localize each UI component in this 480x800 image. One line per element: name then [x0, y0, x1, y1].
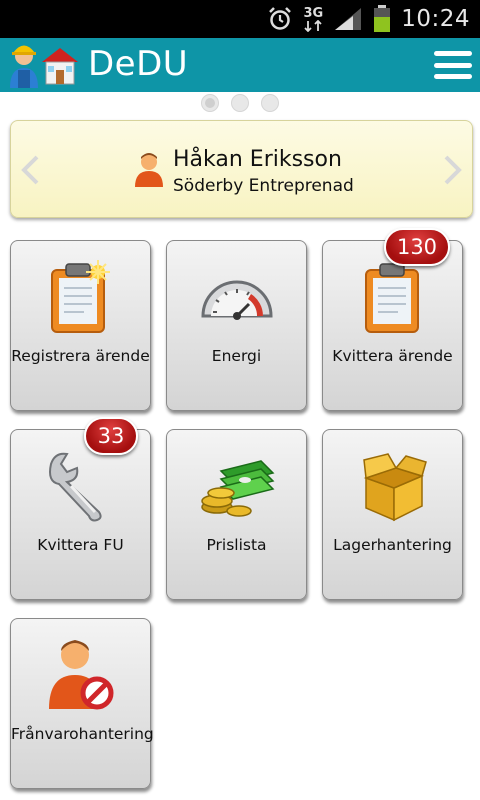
alarm-icon: [267, 6, 293, 32]
next-arrow-icon[interactable]: [440, 155, 464, 185]
status-bar: 3G 10:24: [0, 0, 480, 38]
tile-registrera-arende[interactable]: Registrera ärende: [10, 240, 151, 411]
money-icon: [167, 446, 306, 526]
clipboard-icon: [323, 257, 462, 337]
tile-prislista[interactable]: Prislista: [166, 429, 307, 600]
battery-icon: [373, 5, 391, 33]
tile-label: Energi: [211, 347, 262, 365]
tile-franvarohantering[interactable]: Frånvarohantering: [10, 618, 154, 789]
app-logo-icon: [4, 40, 80, 90]
page-dot-3[interactable]: [261, 94, 279, 112]
clock: 10:24: [401, 6, 470, 32]
gauge-icon: [167, 257, 306, 337]
tile-label: Prislista: [206, 536, 267, 554]
user-company: Söderby Entreprenad: [173, 176, 354, 196]
tile-label: Kvittera ärende: [332, 347, 453, 365]
box-icon: [323, 446, 462, 526]
page-dot-2[interactable]: [231, 94, 249, 112]
signal-icon: [333, 6, 363, 32]
page-dot-1[interactable]: [201, 94, 219, 112]
count-badge: 130: [384, 228, 450, 266]
hamburger-menu-icon[interactable]: [434, 47, 472, 83]
tile-kvittera-fu[interactable]: Kvittera FU: [10, 429, 151, 600]
user-card: Håkan Eriksson Söderby Entreprenad: [10, 120, 473, 218]
clipboard-new-icon: [11, 257, 150, 337]
user-absence-icon: [11, 635, 150, 715]
tile-energi[interactable]: Energi: [166, 240, 307, 411]
tile-label: Kvittera FU: [37, 536, 124, 554]
tile-label: Frånvarohantering: [11, 725, 154, 743]
network-3g-icon: 3G: [303, 7, 323, 32]
user-avatar-icon: [133, 151, 165, 187]
wrench-icon: [11, 446, 150, 526]
app-title: DeDU: [88, 44, 189, 84]
page-indicator: [0, 94, 480, 114]
previous-arrow-icon[interactable]: [19, 155, 43, 185]
tile-label: Registrera ärende: [11, 347, 150, 365]
tile-label: Lagerhantering: [333, 536, 452, 554]
app-bar: DeDU: [0, 38, 480, 92]
tile-lagerhantering[interactable]: Lagerhantering: [322, 429, 463, 600]
count-badge: 33: [84, 417, 138, 455]
network-type-label: 3G: [303, 5, 324, 21]
tile-kvittera-arende[interactable]: Kvittera ärende: [322, 240, 463, 411]
user-name: Håkan Eriksson: [173, 147, 342, 172]
